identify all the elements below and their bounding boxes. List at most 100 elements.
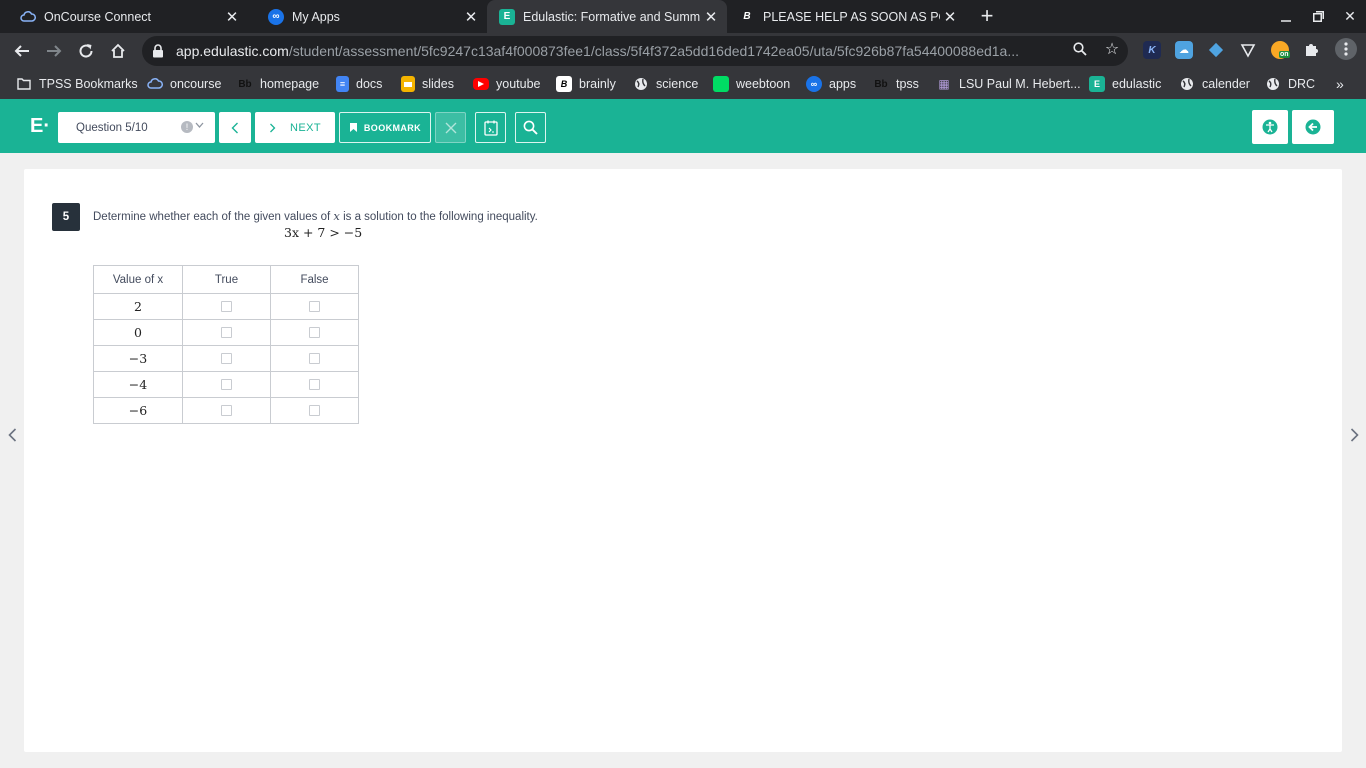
next-button[interactable]: NEXT	[255, 112, 335, 143]
bookmark-drc[interactable]: DRC	[1265, 75, 1315, 93]
classlink-icon: ∞	[268, 8, 284, 25]
bookmark-lsu[interactable]: ▦ LSU Paul M. Hebert...	[936, 75, 1080, 93]
table-row: 0	[93, 319, 359, 346]
bookmark-youtube[interactable]: youtube	[473, 75, 540, 93]
false-checkbox[interactable]	[309, 300, 320, 312]
question-selector[interactable]: Question 5/10 !	[58, 112, 215, 143]
true-cell[interactable]	[182, 319, 271, 346]
bookmark-label: docs	[356, 77, 383, 91]
diamond-extension-icon[interactable]	[1207, 41, 1225, 59]
x-value-cell: 2	[93, 293, 183, 320]
globe-icon	[1265, 76, 1281, 92]
true-checkbox[interactable]	[221, 378, 232, 390]
false-cell[interactable]	[270, 371, 359, 398]
bookmark-label: brainly	[579, 77, 616, 91]
true-cell[interactable]	[182, 345, 271, 372]
clear-answer-button[interactable]	[435, 112, 466, 143]
x-value-cell: −6	[93, 397, 183, 424]
close-icon[interactable]: ✕	[701, 7, 721, 27]
false-checkbox[interactable]	[309, 404, 320, 416]
globe-icon	[633, 76, 649, 92]
bookmark-label: oncourse	[170, 77, 222, 91]
new-tab-icon[interactable]: +	[976, 3, 998, 28]
tab-my-apps[interactable]: ∞ My Apps ✕	[248, 0, 487, 33]
column-header: Value of x	[93, 265, 183, 294]
bookmark-edulastic[interactable]: E edulastic	[1089, 75, 1161, 93]
bookmark-slides[interactable]: slides	[401, 75, 454, 93]
close-icon[interactable]: ✕	[940, 7, 960, 27]
true-cell[interactable]	[182, 293, 271, 320]
tab-edulastic[interactable]: E Edulastic: Formative and Summ ✕	[487, 0, 727, 33]
bookmark-tpss[interactable]: Bb tpss	[873, 75, 919, 93]
chevron-right-icon[interactable]	[1346, 425, 1362, 445]
bookmark-button[interactable]: BOOKMARK	[339, 112, 431, 143]
bookmark-star-icon[interactable]: ☆	[1103, 40, 1121, 58]
bookmark-label: science	[656, 77, 699, 91]
bookmarks-bar: TPSS Bookmarks oncourse Bb homepage ≡ do…	[0, 69, 1366, 99]
false-cell[interactable]	[270, 345, 359, 372]
false-cell[interactable]	[270, 319, 359, 346]
column-header: False	[270, 265, 359, 294]
true-checkbox[interactable]	[221, 300, 232, 312]
shield-extension-icon[interactable]	[1239, 41, 1257, 59]
accessibility-button[interactable]	[1252, 110, 1288, 144]
back-icon[interactable]	[9, 38, 35, 64]
table-row: −4	[93, 371, 359, 398]
edulastic-icon: E	[499, 8, 515, 25]
bookmark-apps[interactable]: ∞ apps	[806, 75, 856, 93]
tab-brainly[interactable]: B PLEASE HELP AS SOON AS POS ✕	[727, 0, 966, 33]
forward-icon[interactable]	[41, 38, 67, 64]
more-bookmarks-icon[interactable]: »	[1336, 75, 1344, 93]
bookmark-weebtoon[interactable]: weebtoon	[713, 75, 790, 93]
x-value-cell: −3	[93, 345, 183, 372]
close-icon[interactable]: ✕	[222, 7, 242, 27]
bookmark-oncourse[interactable]: oncourse	[147, 75, 221, 93]
menu-kebab-icon[interactable]	[1335, 38, 1357, 60]
previous-button[interactable]	[219, 112, 251, 143]
zoom-button[interactable]	[515, 112, 546, 143]
color-extension-icon[interactable]: on	[1271, 41, 1290, 59]
false-checkbox[interactable]	[309, 326, 320, 338]
next-label: NEXT	[290, 121, 321, 134]
bookmark-label: slides	[422, 77, 454, 91]
false-checkbox[interactable]	[309, 378, 320, 390]
true-cell[interactable]	[182, 397, 271, 424]
extensions-puzzle-icon[interactable]	[1303, 40, 1321, 58]
calculator-button[interactable]	[475, 112, 506, 143]
false-checkbox[interactable]	[309, 352, 320, 364]
kami-extension-icon[interactable]: K	[1143, 41, 1161, 59]
tab-title: My Apps	[292, 9, 340, 24]
minimize-icon[interactable]	[1270, 0, 1302, 33]
chevron-left-icon[interactable]	[4, 425, 20, 445]
oncourse-cloud-icon	[20, 9, 36, 25]
bookmark-science[interactable]: science	[633, 75, 698, 93]
bookmark-docs[interactable]: ≡ docs	[336, 75, 382, 93]
cloud-extension-icon[interactable]: ☁	[1175, 41, 1193, 59]
tab-oncourse-connect[interactable]: OnCourse Connect ✕	[0, 0, 248, 33]
true-checkbox[interactable]	[221, 404, 232, 416]
false-cell[interactable]	[270, 293, 359, 320]
chevron-down-icon	[195, 120, 204, 131]
table-row: 2	[93, 293, 359, 320]
true-checkbox[interactable]	[221, 326, 232, 338]
bookmark-calender[interactable]: calender	[1179, 75, 1250, 93]
reload-icon[interactable]	[73, 38, 99, 64]
address-bar[interactable]: app.edulastic.com/student/assessment/5fc…	[142, 36, 1128, 66]
bookmark-label: apps	[829, 77, 857, 91]
restore-icon[interactable]	[1302, 0, 1334, 33]
close-icon[interactable]: ✕	[461, 7, 481, 27]
close-window-icon[interactable]: ✕	[1334, 0, 1366, 33]
true-checkbox[interactable]	[221, 352, 232, 364]
bookmark-tpss-bookmarks[interactable]: TPSS Bookmarks	[16, 75, 138, 93]
true-cell[interactable]	[182, 371, 271, 398]
zoom-icon[interactable]	[1071, 40, 1089, 58]
calculator-icon	[483, 120, 498, 136]
x-value-cell: −4	[93, 371, 183, 398]
false-cell[interactable]	[270, 397, 359, 424]
assessment-header: E· Question 5/10 ! NEXT BOOKMARK	[0, 99, 1366, 153]
bookmark-brainly[interactable]: B brainly	[556, 75, 616, 93]
bookmark-label: homepage	[260, 77, 320, 91]
home-icon[interactable]	[105, 38, 131, 64]
bookmark-homepage[interactable]: Bb homepage	[237, 75, 319, 93]
exit-button[interactable]	[1292, 110, 1334, 144]
